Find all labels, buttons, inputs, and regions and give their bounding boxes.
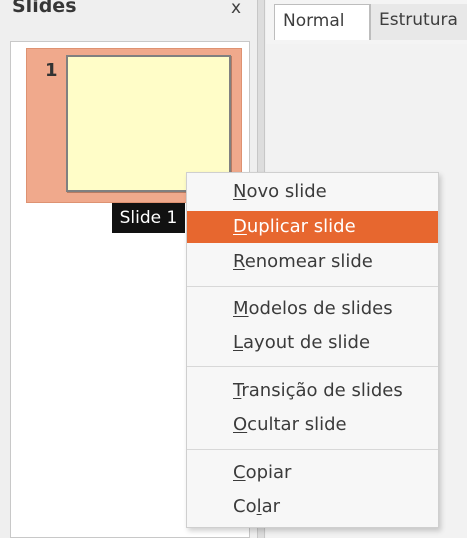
slide-tooltip: Slide 1 — [112, 203, 185, 233]
menu-item-suffix: ayout de slide — [243, 332, 371, 353]
menu-item-slide-masters[interactable]: Modelos de slides — [187, 293, 438, 325]
panel-title: Slides — [12, 0, 77, 17]
menu-item-rename-slide[interactable]: Renomear slide — [187, 246, 438, 278]
slide-number: 1 — [45, 60, 58, 81]
menu-item-mnemonic: R — [233, 251, 245, 272]
menu-item-new-slide[interactable]: Novo slide — [187, 176, 438, 208]
view-tabs: Normal Estrutura — [266, 0, 467, 44]
menu-item-mnemonic: D — [233, 216, 247, 237]
menu-separator — [187, 286, 438, 287]
menu-item-mnemonic: M — [233, 298, 249, 319]
tab-normal[interactable]: Normal — [274, 4, 370, 40]
menu-item-suffix: cultar slide — [247, 414, 347, 435]
close-icon[interactable]: x — [231, 0, 241, 18]
menu-item-suffix: ovo slide — [246, 181, 327, 202]
menu-item-suffix: ransição de slides — [241, 380, 403, 401]
menu-item-prefix: Co — [233, 496, 257, 517]
menu-item-paste[interactable]: Colar — [187, 491, 438, 523]
menu-item-slide-transition[interactable]: Transição de slides — [187, 375, 438, 407]
menu-item-slide-layout[interactable]: Layout de slide — [187, 327, 438, 359]
menu-separator — [187, 366, 438, 367]
menu-item-suffix: opiar — [245, 462, 292, 483]
menu-item-mnemonic: N — [233, 181, 247, 202]
menu-item-suffix: enomear slide — [244, 251, 373, 272]
menu-separator — [187, 449, 438, 450]
menu-item-duplicate-slide[interactable]: Duplicar slide — [187, 211, 438, 243]
menu-item-mnemonic: O — [233, 414, 248, 435]
tab-outline[interactable]: Estrutura — [370, 4, 467, 40]
slide-context-menu: Novo slide Duplicar slide Renomear slide… — [186, 172, 439, 528]
menu-item-suffix: uplicar slide — [246, 216, 356, 237]
menu-item-mnemonic: L — [233, 332, 244, 353]
menu-item-hide-slide[interactable]: Ocultar slide — [187, 409, 438, 441]
menu-item-suffix: odelos de slides — [248, 298, 393, 319]
menu-item-suffix: ar — [261, 496, 281, 517]
menu-item-mnemonic: C — [233, 462, 246, 483]
menu-item-copy[interactable]: Copiar — [187, 457, 438, 489]
